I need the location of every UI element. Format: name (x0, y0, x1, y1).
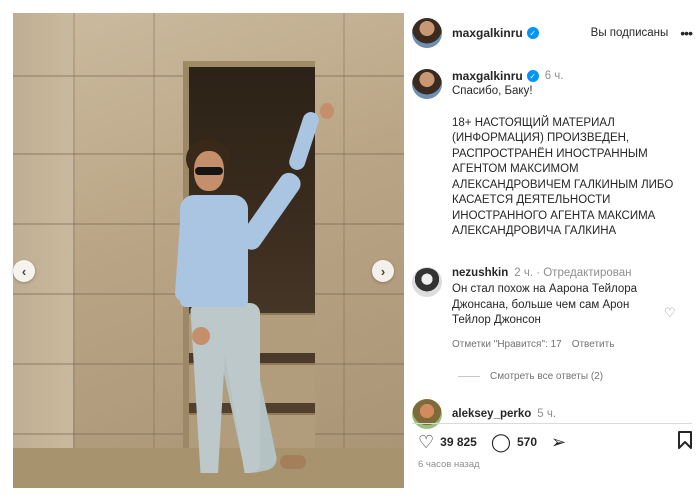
avatar[interactable] (412, 69, 442, 99)
comment-username[interactable]: aleksey_perko (452, 408, 531, 420)
heart-icon[interactable]: ♡ (664, 305, 676, 321)
stone-wall (13, 13, 73, 488)
post-photo[interactable] (13, 13, 404, 488)
hand (320, 103, 334, 119)
sunglasses (195, 167, 223, 175)
caption-text: Спасибо, Баку! (452, 85, 533, 97)
avatar[interactable] (412, 18, 442, 48)
shirt (180, 195, 248, 307)
view-replies-button[interactable]: Смотреть все ответы (2) (458, 371, 603, 382)
comment-icon[interactable]: ◯ (491, 433, 511, 451)
divider (412, 423, 692, 424)
divider-line (458, 376, 480, 377)
avatar[interactable] (412, 399, 442, 429)
bookmark-icon-svg (678, 431, 692, 449)
caption-username[interactable]: maxgalkinru (452, 69, 523, 83)
hand (192, 327, 210, 345)
comment-meta: 5 ч. (537, 408, 557, 420)
chevron-right-icon[interactable]: › (372, 260, 394, 282)
heart-icon[interactable]: ♡ (418, 433, 434, 451)
post-header: maxgalkinru ✓ Вы подписаны ••• (412, 13, 693, 53)
comment-username[interactable]: nezushkin (452, 267, 508, 279)
arm (287, 109, 321, 173)
follow-status-button[interactable]: Вы подписаны (591, 27, 669, 39)
bookmark-icon[interactable] (678, 431, 692, 452)
post-username[interactable]: maxgalkinru (452, 26, 523, 40)
avatar[interactable] (412, 267, 442, 297)
like-count[interactable]: 39 825 (440, 435, 477, 449)
comment-meta: 2 ч. · Отредактирован (514, 267, 632, 279)
comment-likes[interactable]: Отметки "Нравится": 17 (452, 339, 562, 350)
chevron-left-icon[interactable]: ‹ (13, 260, 35, 282)
stone-seam (153, 13, 155, 488)
stone-seam (343, 13, 345, 488)
caption-time[interactable]: 6 ч. (545, 70, 564, 82)
posted-time: 6 часов назад (418, 459, 480, 470)
foreign-agent-notice: 18+ НАСТОЯЩИЙ МАТЕРИАЛ (ИНФОРМАЦИЯ) ПРОИ… (452, 116, 674, 238)
share-icon[interactable]: ➢ (551, 433, 566, 451)
verified-badge-icon: ✓ (526, 70, 539, 82)
verified-badge-icon: ✓ (526, 27, 539, 39)
action-bar: ♡ 39 825 ◯ 570 ➢ (418, 431, 692, 452)
comment-item: aleksey_perko 5 ч. (412, 399, 556, 429)
reply-button[interactable]: Ответить (572, 339, 615, 350)
view-replies-label: Смотреть все ответы (2) (490, 371, 604, 382)
post-caption: maxgalkinru ✓ 6 ч. Спасибо, Баку! 18+ НА… (412, 69, 692, 240)
stone-seam (73, 13, 75, 488)
comment-count: 570 (517, 434, 538, 449)
comment-item: nezushkin 2 ч. · Отредактирован Он стал … (412, 267, 692, 350)
man-figure (174, 103, 334, 483)
shoe (280, 455, 306, 469)
post-panel: maxgalkinru ✓ Вы подписаны ••• maxgalkin… (412, 13, 693, 488)
comment-text: Он стал похож на Аарона Тейлора Джонсана… (452, 283, 638, 326)
more-options-icon[interactable]: ••• (680, 25, 693, 41)
